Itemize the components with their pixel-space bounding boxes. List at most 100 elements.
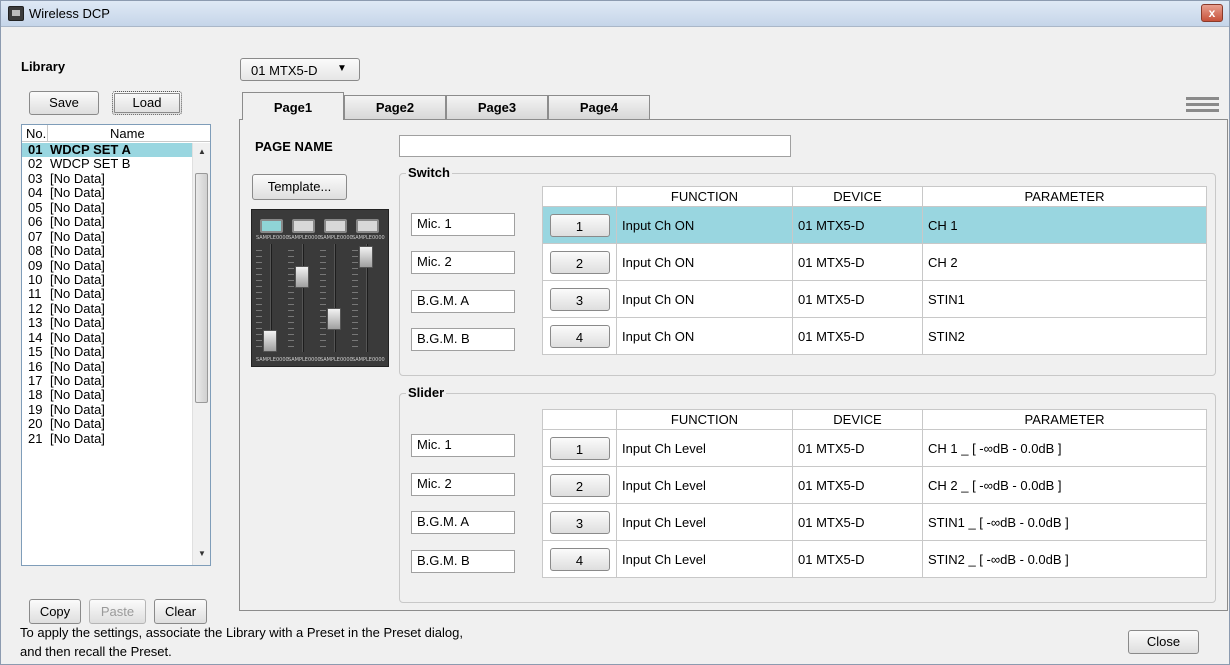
list-item[interactable]: 18 [No Data] xyxy=(22,387,192,403)
paste-button[interactable]: Paste xyxy=(89,599,146,624)
list-item[interactable]: 06 [No Data] xyxy=(22,214,192,229)
assign-button[interactable]: 3 xyxy=(549,510,610,534)
library-scrollbar[interactable]: ▲ ▼ xyxy=(192,143,210,565)
list-item-number: 19 xyxy=(28,401,43,417)
window-close-button[interactable]: x xyxy=(1201,4,1223,22)
slider-name-field[interactable]: B.G.M. A xyxy=(411,511,515,534)
list-item[interactable]: 17 [No Data] xyxy=(22,373,192,388)
list-item[interactable]: 16 [No Data] xyxy=(22,359,192,374)
preview-fader-knob xyxy=(327,308,341,330)
switch-name-field[interactable]: Mic. 1 xyxy=(411,213,515,236)
tab-page4[interactable]: Page4 xyxy=(548,95,650,120)
switch-table: FUNCTION DEVICE PARAMETER 1 Input Ch ON … xyxy=(542,186,1207,355)
assign-button[interactable]: 2 xyxy=(549,250,610,274)
list-item-name: [No Data] xyxy=(50,228,105,244)
close-button[interactable]: Close xyxy=(1128,630,1199,654)
preview-scale xyxy=(256,250,262,350)
table-row[interactable]: 3 Input Ch Level 01 MTX5-D STIN1 _ [ -∞d… xyxy=(542,503,1207,541)
list-item[interactable]: 03 [No Data] xyxy=(22,170,192,186)
preview-fader-label: SAMPLE0000 xyxy=(288,357,321,363)
table-row[interactable]: 1 Input Ch ON 01 MTX5-D CH 1 xyxy=(542,206,1207,244)
assign-button[interactable]: 2 xyxy=(549,473,610,497)
tab-page1[interactable]: Page1 xyxy=(242,92,344,120)
paste-button-label: Paste xyxy=(100,604,135,619)
slider-name-field[interactable]: Mic. 2 xyxy=(411,473,515,496)
function-cell: Input Ch ON xyxy=(616,280,793,318)
clear-button[interactable]: Clear xyxy=(154,599,207,624)
device-cell: 01 MTX5-D xyxy=(792,280,923,318)
list-item-number: 18 xyxy=(28,387,43,403)
list-item[interactable]: 11 [No Data] xyxy=(22,286,192,301)
save-button-label: Save xyxy=(49,95,79,110)
table-row[interactable]: 4 Input Ch ON 01 MTX5-D STIN2 xyxy=(542,317,1207,355)
template-preview-image: SAMPLE0000 SAMPLE0000 SAMPLE0000 SAMPLE0… xyxy=(251,209,389,367)
slider-name-field[interactable]: B.G.M. B xyxy=(411,550,515,573)
list-item-name: [No Data] xyxy=(50,243,105,259)
function-cell: Input Ch Level xyxy=(616,503,793,541)
page-name-label: PAGE NAME xyxy=(255,139,333,154)
list-item[interactable]: 02 WDCP SET B xyxy=(22,156,192,171)
list-item[interactable]: 01 WDCP SET A xyxy=(22,143,192,158)
copy-button[interactable]: Copy xyxy=(29,599,81,624)
preview-fader-knob xyxy=(359,246,373,268)
list-item[interactable]: 15 [No Data] xyxy=(22,344,192,360)
switch-name-field[interactable]: Mic. 2 xyxy=(411,251,515,274)
table-header-row: FUNCTION DEVICE PARAMETER xyxy=(542,186,1207,207)
assign-button[interactable]: 3 xyxy=(549,287,610,311)
list-item-number: 05 xyxy=(28,199,43,215)
table-row[interactable]: 2 Input Ch Level 01 MTX5-D CH 2 _ [ -∞dB… xyxy=(542,466,1207,504)
list-item-name: [No Data] xyxy=(50,257,105,273)
scroll-down-icon[interactable]: ▼ xyxy=(198,549,206,558)
table-row[interactable]: 4 Input Ch Level 01 MTX5-D STIN2 _ [ -∞d… xyxy=(542,540,1207,578)
function-cell: Input Ch ON xyxy=(616,206,793,244)
switch-group-title: Switch xyxy=(406,165,452,180)
scrollbar-thumb[interactable] xyxy=(195,173,208,403)
list-item-name: [No Data] xyxy=(50,315,105,331)
function-cell: Input Ch Level xyxy=(616,466,793,504)
parameter-cell: STIN1 _ [ -∞dB - 0.0dB ] xyxy=(922,503,1207,541)
list-item[interactable]: 08 [No Data] xyxy=(22,243,192,259)
assign-button[interactable]: 1 xyxy=(549,436,610,460)
preview-pad-label: SAMPLE0000 xyxy=(256,235,289,241)
table-row[interactable]: 3 Input Ch ON 01 MTX5-D STIN1 xyxy=(542,280,1207,318)
tab-page2[interactable]: Page2 xyxy=(344,95,446,120)
preview-fader-track xyxy=(302,244,304,352)
list-item[interactable]: 20 [No Data] xyxy=(22,416,192,432)
list-item-number: 20 xyxy=(28,416,43,432)
switch-name-field[interactable]: B.G.M. A xyxy=(411,290,515,313)
list-item[interactable]: 04 [No Data] xyxy=(22,185,192,200)
list-item-number: 12 xyxy=(28,300,43,316)
list-item-number: 03 xyxy=(28,170,43,186)
list-item[interactable]: 10 [No Data] xyxy=(22,272,192,287)
assign-cell: 3 xyxy=(542,503,617,541)
tab-page3[interactable]: Page3 xyxy=(446,95,548,120)
scroll-up-icon[interactable]: ▲ xyxy=(198,147,206,156)
slider-name-field[interactable]: Mic. 1 xyxy=(411,434,515,457)
list-item[interactable]: 05 [No Data] xyxy=(22,199,192,215)
list-item[interactable]: 21 [No Data] xyxy=(22,431,192,446)
save-button[interactable]: Save xyxy=(29,91,99,115)
device-select[interactable]: 01 MTX5-D ▼ xyxy=(240,58,360,81)
list-item-number: 09 xyxy=(28,257,43,273)
assign-button[interactable]: 4 xyxy=(549,324,610,348)
load-button[interactable]: Load xyxy=(112,91,182,115)
list-item-number: 15 xyxy=(28,344,43,360)
list-item[interactable]: 12 [No Data] xyxy=(22,300,192,316)
list-item[interactable]: 09 [No Data] xyxy=(22,257,192,273)
template-button[interactable]: Template... xyxy=(252,174,347,200)
list-item[interactable]: 07 [No Data] xyxy=(22,228,192,244)
assign-button[interactable]: 1 xyxy=(549,213,610,237)
hamburger-menu-icon[interactable] xyxy=(1186,97,1219,113)
switch-name-field[interactable]: B.G.M. B xyxy=(411,328,515,351)
preview-scale xyxy=(288,250,294,350)
preview-pad xyxy=(292,219,315,233)
assign-cell: 4 xyxy=(542,317,617,355)
table-row[interactable]: 2 Input Ch ON 01 MTX5-D CH 2 xyxy=(542,243,1207,281)
assign-button[interactable]: 4 xyxy=(549,547,610,571)
page-name-input[interactable] xyxy=(399,135,791,157)
list-item[interactable]: 13 [No Data] xyxy=(22,315,192,331)
table-row[interactable]: 1 Input Ch Level 01 MTX5-D CH 1 _ [ -∞dB… xyxy=(542,429,1207,467)
parameter-cell: CH 1 xyxy=(922,206,1207,244)
list-item[interactable]: 14 [No Data] xyxy=(22,330,192,345)
list-item[interactable]: 19 [No Data] xyxy=(22,401,192,417)
